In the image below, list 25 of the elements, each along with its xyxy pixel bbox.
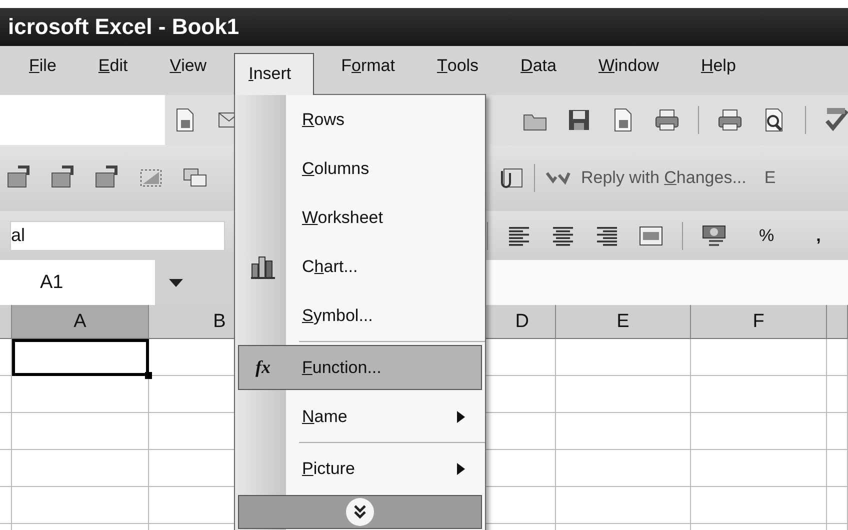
percent-style-button[interactable]: % xyxy=(759,226,774,246)
menu-item[interactable]: Edit xyxy=(83,44,143,88)
column-header[interactable]: F xyxy=(691,305,827,339)
menu-item[interactable]: File xyxy=(14,44,72,88)
function-icon: fx xyxy=(256,357,270,378)
menu-item[interactable]: Data xyxy=(506,44,572,88)
toolbar-text[interactable]: E xyxy=(764,168,776,188)
window-title: icrosoft Excel - Book1 xyxy=(0,8,848,46)
menu-item[interactable]: Help xyxy=(686,44,751,88)
menu-item[interactable]: Format xyxy=(326,44,410,88)
reply-with-changes-button[interactable]: Reply with Changes... xyxy=(581,168,746,188)
menu-item[interactable]: Picture xyxy=(238,444,482,493)
menu-item[interactable]: Chart... xyxy=(238,242,482,291)
menu-item[interactable]: Insert xyxy=(234,53,314,95)
font-field[interactable]: al xyxy=(10,220,225,250)
menu-item[interactable]: Columns xyxy=(238,144,482,193)
menu-item[interactable]: Name xyxy=(238,392,482,441)
menu-item[interactable]: Window xyxy=(583,44,674,88)
menu-item[interactable]: View xyxy=(154,44,222,88)
menu-item[interactable]: fx Function... xyxy=(238,345,482,390)
menu-item[interactable]: Worksheet xyxy=(238,193,482,242)
comma-style-button[interactable]: , xyxy=(816,226,821,246)
column-header[interactable]: E xyxy=(556,305,691,339)
column-header[interactable]: A xyxy=(12,305,149,339)
menu-item[interactable]: Tools xyxy=(422,44,494,88)
